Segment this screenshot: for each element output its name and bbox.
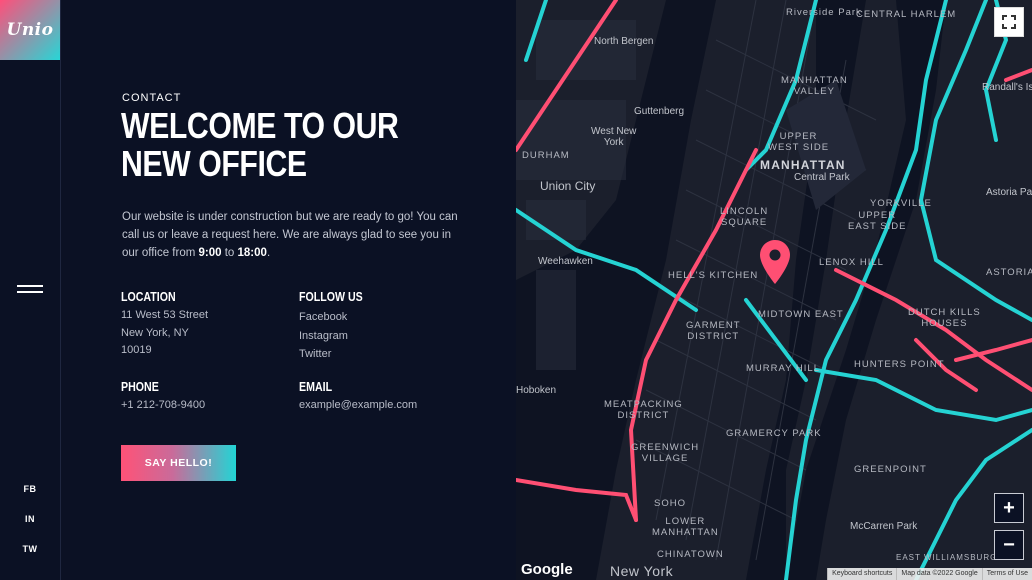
phone-value[interactable]: +1 212-708-9400 [121,397,205,415]
google-logo[interactable]: Google [521,561,573,578]
map-label: Hoboken [516,385,557,396]
map[interactable]: Riverside Park CENTRAL HARLEM North Berg… [516,0,1032,580]
map-label: MIDTOWN EAST [758,309,844,320]
map-label: SOHO [654,498,686,509]
address-line: New York, NY [121,326,189,339]
map-label: LOWER MANHATTAN [652,516,719,538]
phone-heading: PHONE [121,380,159,394]
map-label: Astoria Park [986,187,1032,198]
hours-to: 18:00 [237,247,267,259]
map-label: MANHATTAN [760,158,846,172]
contact-section: CONTACT WELCOME TO OUR NEW OFFICE Our we… [61,0,516,580]
follow-link-facebook[interactable]: Facebook [299,308,348,327]
map-label: GARMENT DISTRICT [686,320,741,342]
map-label: LINCOLN SQUARE [720,206,769,228]
map-label: GREENPOINT [854,464,927,475]
page-title: WELCOME TO OUR NEW OFFICE [121,105,399,184]
map-label: North Bergen [594,36,654,47]
map-label: New York [610,563,674,579]
map-data-link[interactable]: Map data ©2022 Google [896,568,981,580]
map-label: MANHATTAN VALLEY [781,75,848,97]
map-label: UPPER WEST SIDE [768,131,830,153]
location-heading: LOCATION [121,290,176,304]
map-label: YORKVILLE [870,198,932,209]
description-end: . [266,247,271,259]
keyboard-shortcuts-link[interactable]: Keyboard shortcuts [827,568,896,580]
follow-link-instagram[interactable]: Instagram [299,327,348,346]
map-label: GRAMERCY PARK [726,428,822,439]
map-label: Union City [540,179,596,193]
map-label: HUNTERS POINT [854,359,945,370]
hamburger-icon[interactable] [17,285,43,295]
brand-logo[interactable]: Unio [0,0,60,60]
fullscreen-button[interactable] [994,7,1024,37]
map-label: DURHAM [522,150,570,161]
map-label: Randall's Island [982,82,1032,93]
map-label: LENOX HILL [819,257,884,268]
description-to: to [221,247,238,259]
logo-text: Unio [6,20,54,40]
map-label: UPPER EAST SIDE [848,210,907,232]
map-label: HELL'S KITCHEN [668,270,759,281]
map-label: CENTRAL HARLEM [856,9,957,20]
map-footer: Keyboard shortcuts Map data ©2022 Google… [827,568,1032,580]
map-label: DUTCH KILLS HOUSES [908,307,981,329]
hours-from: 9:00 [198,247,222,259]
social-link-instagram[interactable]: IN [0,514,60,524]
email-value[interactable]: example@example.com [299,397,417,415]
map-label: GREENWICH VILLAGE [631,442,700,464]
say-hello-button[interactable]: SAY HELLO! [121,445,236,481]
map-label: ASTORIA [986,267,1032,278]
map-label: Central Park [794,172,850,183]
map-label: MURRAY HILL [746,363,820,374]
map-label: CHINATOWN [657,549,724,560]
description-text: Our website is under construction but we… [122,211,458,259]
terms-link[interactable]: Terms of Use [981,568,1032,580]
location-address: 11 West 53 Street New York, NY 10019 [121,307,208,360]
follow-links: Facebook Instagram Twitter [299,308,348,364]
map-label: McCarren Park [850,521,918,532]
follow-heading: FOLLOW US [299,290,363,304]
map-label: Riverside Park [786,7,862,18]
section-eyebrow: CONTACT [122,92,182,104]
social-link-facebook[interactable]: FB [0,484,60,494]
zoom-out-button[interactable]: − [994,530,1024,560]
contact-description: Our website is under construction but we… [122,208,462,262]
map-label: MEATPACKING DISTRICT [604,399,683,421]
social-link-twitter[interactable]: TW [0,544,60,554]
map-label: West New York [591,126,637,148]
address-line: 10019 [121,344,152,356]
map-label: EAST WILLIAMSBURG [896,553,996,562]
map-label: Weehawken [538,256,593,267]
map-pin-icon[interactable] [760,240,790,284]
sidebar: Unio FB IN TW [0,0,61,580]
map-label: Guttenberg [634,106,685,117]
zoom-in-button[interactable]: + [994,493,1024,523]
email-heading: EMAIL [299,380,333,394]
follow-link-twitter[interactable]: Twitter [299,345,348,364]
fullscreen-icon [1002,15,1016,29]
map-canvas [516,0,1032,580]
address-line: 11 West 53 Street [121,309,209,321]
